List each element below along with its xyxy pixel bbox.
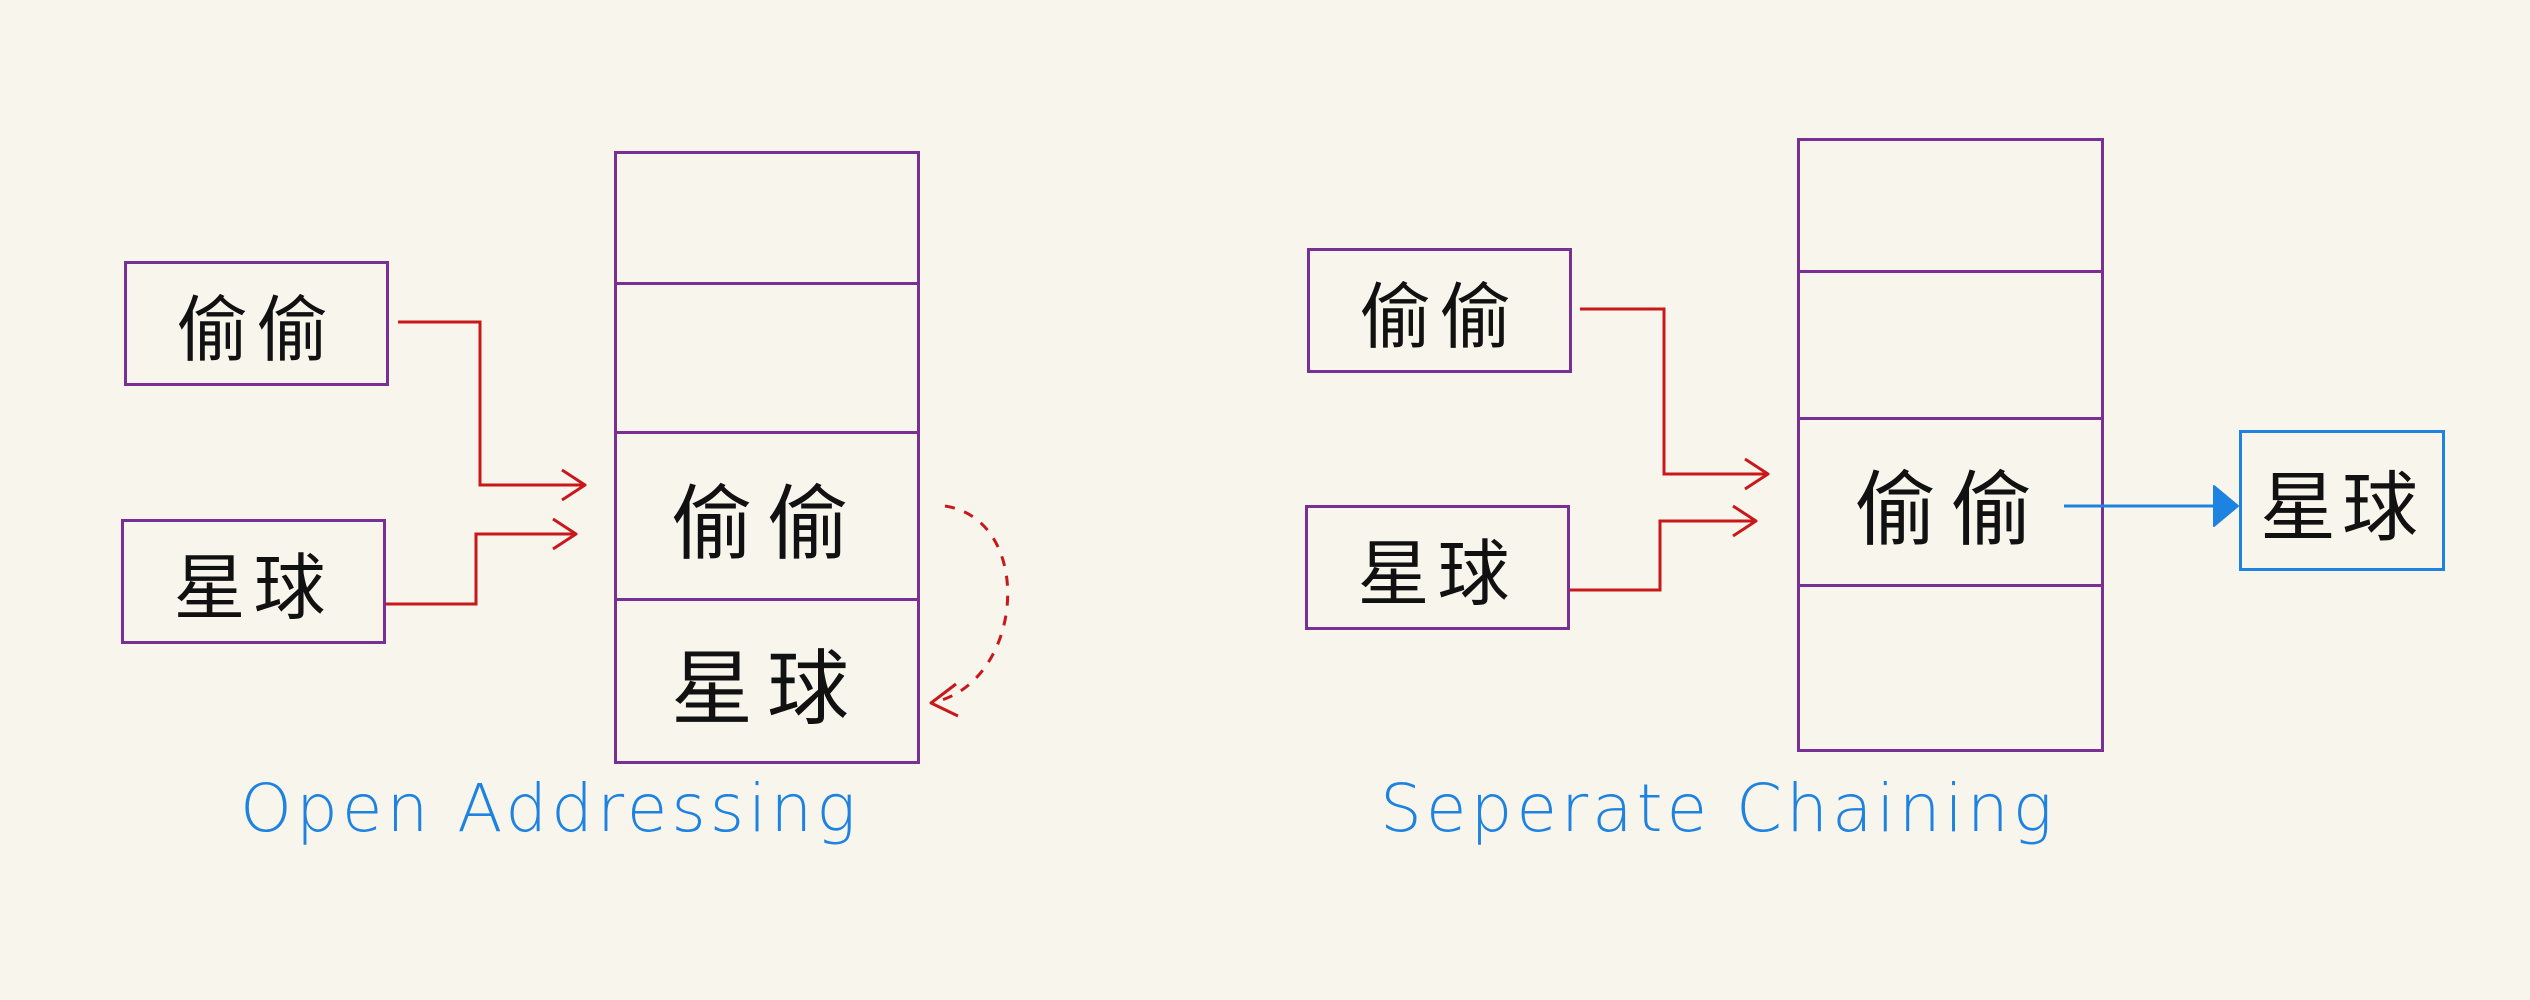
hashing-diagram: 偷偷 星球 偷偷 星球 Open Addressing 偷偷 星球 偷偷 星球 … — [0, 0, 2530, 1000]
sc-arrow-key1 — [1580, 307, 1768, 476]
sc-chain-arrowhead — [2213, 485, 2239, 527]
oa-probe-arrow — [934, 504, 1010, 704]
sc-arrow-key2 — [1570, 519, 1756, 592]
oa-arrow-key1 — [398, 320, 585, 487]
oa-arrow-key2 — [386, 532, 576, 606]
arrows-layer — [386, 307, 2239, 718]
